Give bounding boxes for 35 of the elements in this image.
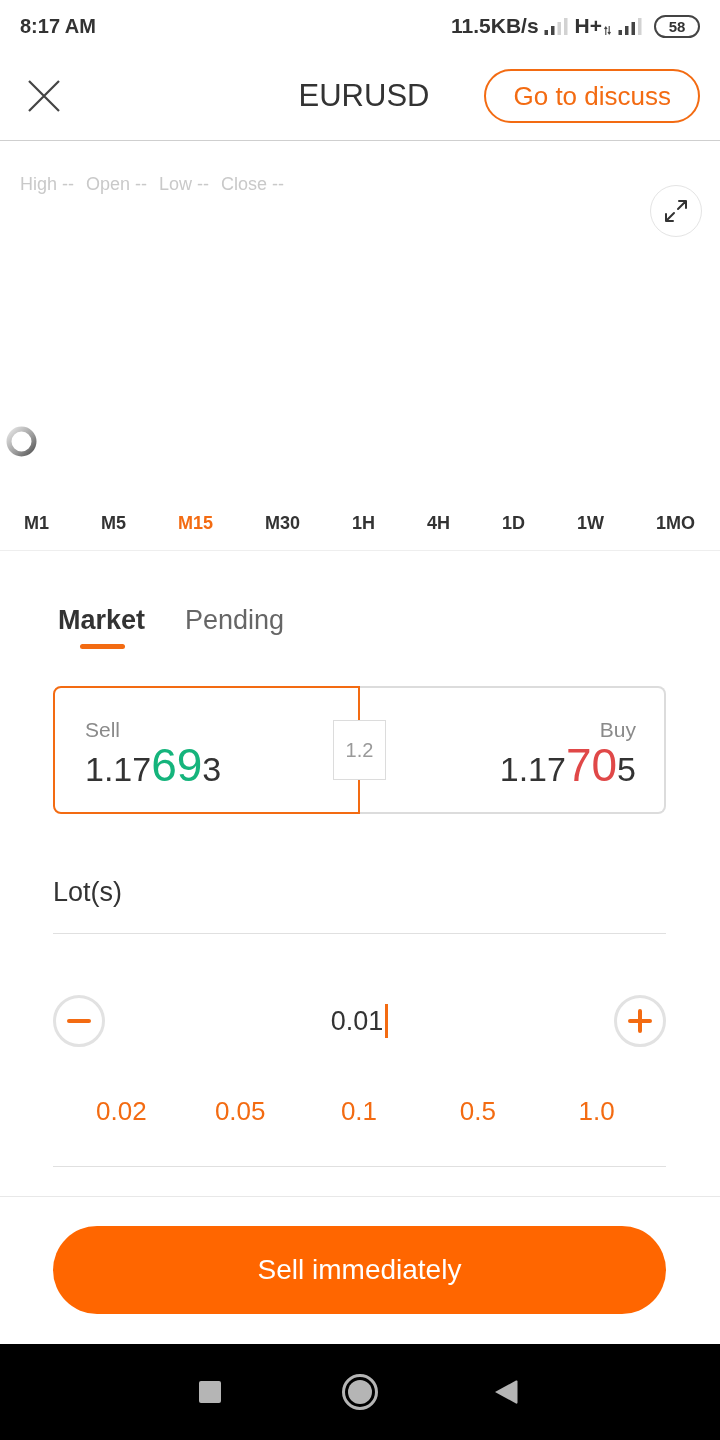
increase-button[interactable] [614, 995, 666, 1047]
timeframe-tab[interactable]: 1W [577, 512, 604, 534]
home-icon[interactable] [342, 1374, 378, 1410]
timeframe-tab[interactable]: 1H [352, 512, 375, 534]
buy-label: Buy [599, 718, 636, 742]
network-type: H+ [574, 13, 602, 40]
plus-icon [628, 1009, 652, 1033]
timeframe-tab[interactable]: M5 [101, 512, 126, 534]
signal-icon [543, 17, 568, 35]
order-type-tab[interactable]: Market [58, 603, 146, 652]
sell-label: Sell [85, 718, 121, 742]
close-icon [28, 80, 60, 112]
timeframe-tab[interactable]: 1D [502, 512, 525, 534]
lots-label: Lot(s) [53, 877, 123, 907]
decrease-button[interactable] [53, 995, 105, 1047]
lot-amount-field[interactable]: 0.01 [330, 1004, 389, 1038]
sell-price: 1.17693 [85, 743, 222, 791]
data-arrows-icon [604, 25, 611, 35]
status-time: 8:17 AM [20, 14, 96, 39]
buy-price: 1.17705 [499, 743, 636, 791]
expand-icon [664, 199, 688, 223]
close-button[interactable] [28, 80, 60, 112]
battery-indicator: 58 [654, 14, 700, 38]
back-icon[interactable] [494, 1379, 518, 1405]
timeframe-tab[interactable]: M1 [24, 512, 49, 534]
minus-icon [67, 1019, 91, 1023]
expand-button[interactable] [650, 185, 702, 237]
timeframe-tab[interactable]: 4H [427, 512, 450, 534]
order-type-tab[interactable]: Pending [185, 603, 285, 652]
timeframe-tab[interactable]: 1MO [656, 512, 695, 534]
spread-value: 1.2 [333, 720, 386, 780]
timeframe-tab[interactable]: M30 [265, 512, 300, 534]
signal-icon [618, 17, 642, 35]
data-speed: 11.5KB/s [451, 13, 539, 40]
page-title: EURUSD [298, 76, 430, 115]
